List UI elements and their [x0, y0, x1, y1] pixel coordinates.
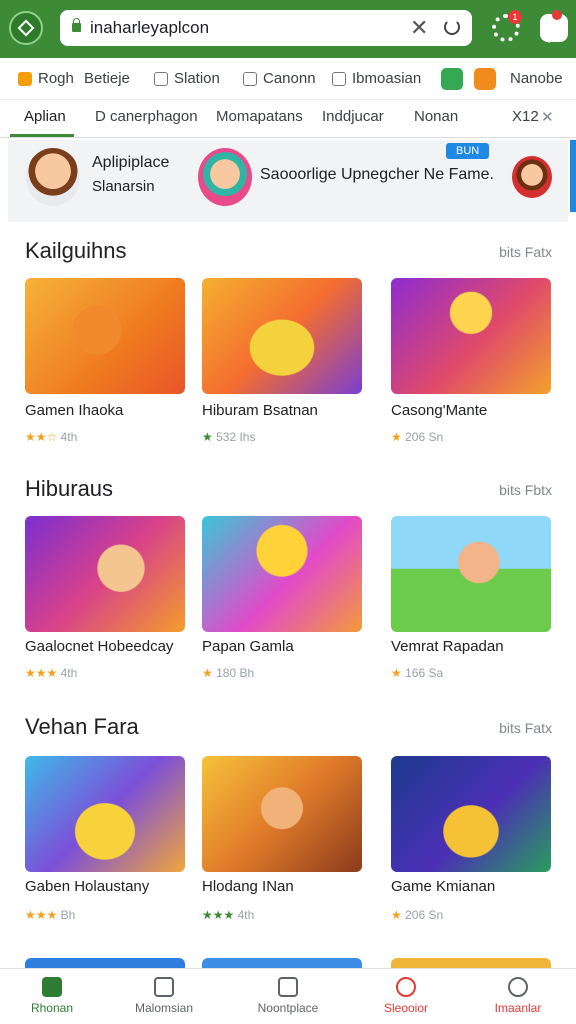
- game-thumbnail[interactable]: [25, 756, 185, 872]
- nav-item-malomsian[interactable]: Malomsian: [114, 977, 214, 1015]
- tab-bar: Aplian D canerphagon Momapatans Inddjuca…: [0, 100, 576, 138]
- banner-subtitle: Slanarsin: [92, 178, 155, 195]
- section-title: Hiburaus: [25, 476, 114, 501]
- banner-text: Saooorlige Upnegcher Ne Fame.: [260, 166, 494, 183]
- game-rating: ★ 206 Sn: [391, 430, 444, 444]
- green-app-icon[interactable]: [441, 68, 463, 90]
- game-thumbnail[interactable]: [391, 756, 551, 872]
- nav-item-home[interactable]: Rhonan: [2, 977, 102, 1015]
- banner-title: Aplipiplace: [92, 154, 170, 171]
- game-thumbnail[interactable]: [202, 756, 362, 872]
- game-thumbnail[interactable]: [25, 278, 185, 394]
- game-thumbnail[interactable]: [202, 278, 362, 394]
- category-item[interactable]: Ibmoasian: [332, 70, 421, 87]
- category-item[interactable]: Slation: [154, 70, 220, 87]
- see-more-link[interactable]: bits Fatx: [499, 720, 552, 736]
- category-item[interactable]: Betieje: [84, 70, 130, 87]
- star-icon: ★: [202, 666, 213, 680]
- game-thumbnail[interactable]: [391, 516, 551, 632]
- game-title[interactable]: Hlodang INan: [202, 878, 294, 895]
- game-title[interactable]: Casong'Mante: [391, 402, 487, 419]
- see-more-link[interactable]: bits Fbtx: [499, 482, 552, 498]
- category-row: Rogh Betieje Slation Canonn Ibmoasian Na…: [0, 58, 576, 100]
- featured-banner[interactable]: Aplipiplace Slanarsin Saooorlige Upnegch…: [8, 140, 568, 222]
- profile-icon: [508, 977, 528, 997]
- tab-momapatans[interactable]: Momapatans: [216, 108, 303, 125]
- tab-nonan[interactable]: Nonan: [414, 108, 458, 125]
- star-icon: ★: [202, 430, 213, 444]
- character-avatar: [26, 148, 80, 206]
- game-title[interactable]: Vemrat Rapadan: [391, 638, 504, 655]
- see-more-link[interactable]: bits Fatx: [499, 244, 552, 260]
- game-thumbnail[interactable]: [391, 278, 551, 394]
- chat-alert-dot: [552, 10, 562, 20]
- category-item[interactable]: Nanobe: [510, 70, 563, 87]
- star-icon: ★: [391, 430, 402, 444]
- active-tab-indicator: [10, 134, 74, 137]
- box-icon: [332, 71, 346, 86]
- tab-x12[interactable]: X12: [512, 108, 539, 125]
- clear-url-icon[interactable]: ✕: [410, 15, 428, 41]
- star-icon: ★: [391, 666, 402, 680]
- game-title[interactable]: Papan Gamla: [202, 638, 294, 655]
- game-rating: ★ 166 Sa: [391, 666, 444, 680]
- game-title[interactable]: Gaben Holaustany: [25, 878, 149, 895]
- game-rating: ★★☆ 4th: [25, 430, 78, 444]
- star-icon: ★★☆: [25, 430, 58, 444]
- orange-app-icon[interactable]: [474, 68, 496, 90]
- game-rating: ★ 180 Bh: [202, 666, 255, 680]
- home-diamond-icon[interactable]: [9, 11, 43, 45]
- game-rating: ★★★ 4th: [25, 666, 78, 680]
- nav-item-noontplace[interactable]: Noontplace: [238, 977, 338, 1015]
- banner-badge: BUN: [446, 143, 490, 159]
- browser-toolbar: inaharleyaplcon ✕ 1: [0, 0, 576, 58]
- game-thumbnail[interactable]: [202, 516, 362, 632]
- close-tab-icon[interactable]: ✕: [541, 108, 554, 126]
- game-rating: ★ 206 Sn: [391, 908, 444, 922]
- category-item[interactable]: Canonn: [243, 70, 316, 87]
- star-icon: ★★★: [202, 908, 235, 922]
- character-avatar: [198, 148, 252, 206]
- tab-inddjucar[interactable]: Inddjucar: [322, 108, 384, 125]
- scroll-indicator: [570, 140, 576, 212]
- camera-icon: [243, 71, 257, 86]
- nav-item-imaanlar[interactable]: Imaanlar: [468, 977, 568, 1015]
- lock-icon: [72, 18, 81, 32]
- nav-item-sleooior[interactable]: Sleooior: [356, 977, 456, 1015]
- bottom-navigation: Rhonan Malomsian Noontplace Sleooior Ima…: [0, 968, 576, 1024]
- heart-icon: [396, 977, 416, 997]
- game-title[interactable]: Hiburam Bsatnan: [202, 402, 318, 419]
- tab-canerphagon[interactable]: D canerphagon: [95, 108, 198, 125]
- game-rating: ★★★ 4th: [202, 908, 255, 922]
- image-icon: [154, 71, 168, 86]
- url-bar[interactable]: inaharleyaplcon ✕: [60, 10, 472, 46]
- game-rating: ★ 532 Ihs: [202, 430, 256, 444]
- url-text[interactable]: inaharleyaplcon: [90, 18, 209, 38]
- notification-badge: 1: [508, 10, 522, 24]
- grid-icon: [154, 977, 174, 997]
- section-title: Vehan Fara: [25, 714, 139, 739]
- reload-icon[interactable]: [444, 19, 460, 35]
- star-icon: ★★★: [25, 666, 58, 680]
- store-icon: [278, 977, 298, 997]
- tab-aplian[interactable]: Aplian: [24, 108, 66, 125]
- section-title: Kailguihns: [25, 238, 127, 263]
- game-title[interactable]: Game Kmianan: [391, 878, 495, 895]
- game-rating: ★★★ Bh: [25, 908, 76, 922]
- character-avatar: [512, 156, 552, 198]
- game-thumbnail[interactable]: [25, 516, 185, 632]
- game-title[interactable]: Gamen Ihaoka: [25, 402, 123, 419]
- app-icon: [18, 71, 32, 86]
- star-icon: ★: [391, 908, 402, 922]
- home-icon: [42, 977, 62, 997]
- category-item[interactable]: Rogh: [18, 70, 74, 87]
- game-title[interactable]: Gaalocnet Hobeedcay: [25, 638, 173, 655]
- star-icon: ★★★: [25, 908, 58, 922]
